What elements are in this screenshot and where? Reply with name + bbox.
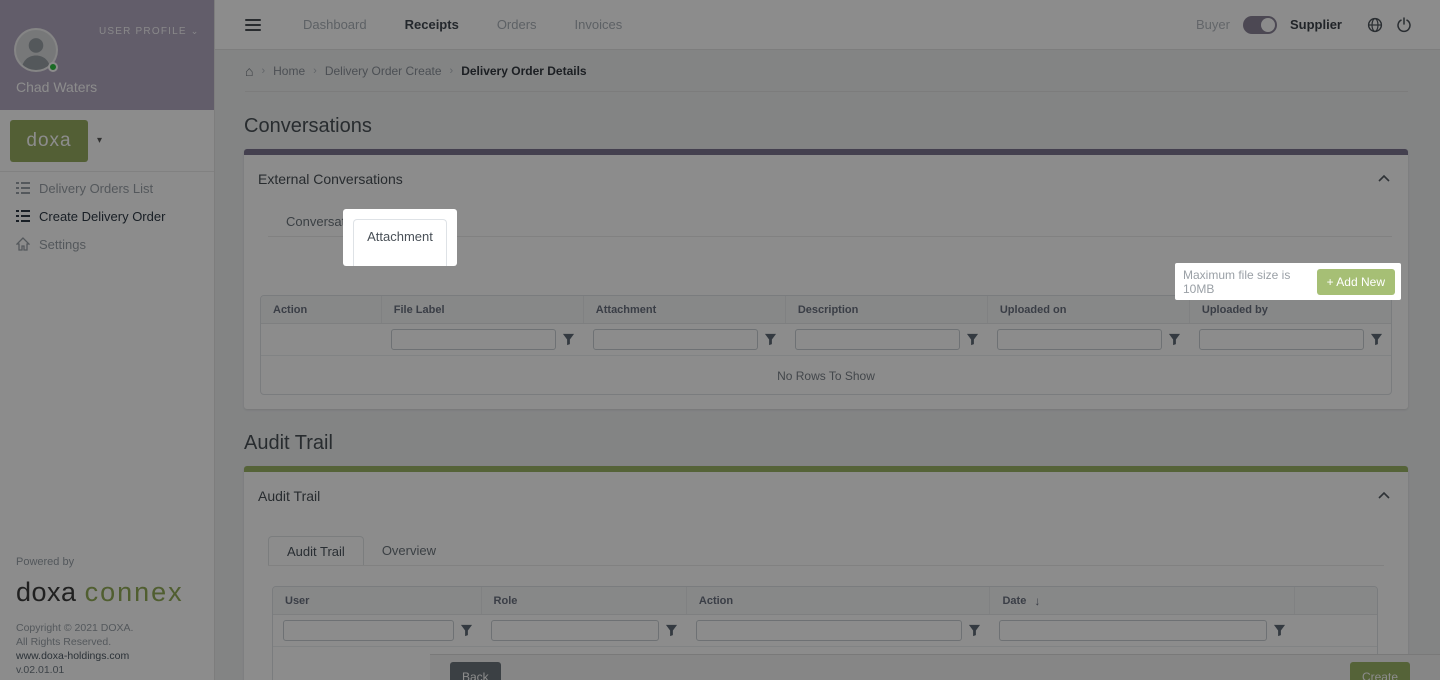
add-new-button[interactable]: + Add New [1316,268,1395,295]
tab-attachment[interactable]: Attachment [353,219,447,266]
max-file-size-note: Maximum file size is 10MB [1183,267,1291,296]
tutorial-dim-overlay [0,0,1440,680]
spotlight-attachment-tab: Attachment [343,209,457,266]
spotlight-add-new: Maximum file size is 10MB + Add New [1175,263,1401,300]
